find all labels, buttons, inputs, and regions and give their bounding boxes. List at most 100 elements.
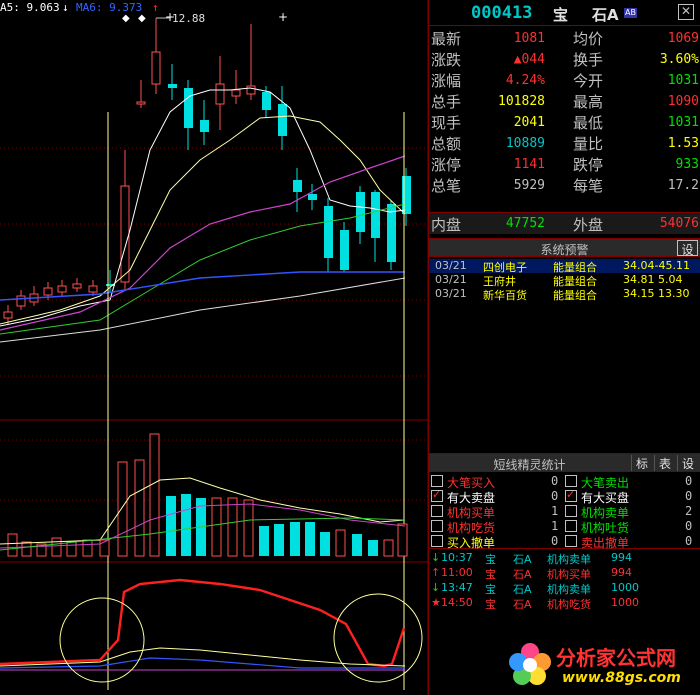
volume-bar-up (7, 533, 18, 557)
quote-value: 1090 (667, 94, 699, 109)
checkbox[interactable] (431, 475, 443, 487)
stat-count: 0 (685, 519, 693, 533)
watermark-url: www.88gs.com (562, 670, 681, 686)
volume-bar-up (134, 459, 145, 557)
quote-label: 最低 (573, 114, 604, 132)
log-item[interactable]: ↓ 13:47 宝 石A 机构卖单 1000 (429, 581, 700, 596)
indicator-line (0, 578, 406, 668)
log-item[interactable]: ★ 14:50 宝 石A 机构吃货 1000 (429, 596, 700, 611)
log-event: 机构买单 (547, 568, 591, 581)
log-arrow: ↓ (431, 581, 441, 594)
quote-value: 10889 (505, 136, 545, 151)
quote-value: 101828 (498, 94, 545, 109)
alert-item[interactable]: 03/21 四创电子 能量组合 34.04-45.11 (429, 259, 700, 274)
checkbox[interactable] (431, 488, 443, 502)
volume-bar-up (99, 539, 110, 557)
candle-body-down (168, 84, 177, 88)
quote-label: 总手 (431, 93, 462, 111)
quote-label: 跌停 (573, 156, 604, 174)
volume-bar-up (66, 541, 77, 557)
log-s2: 石A (513, 598, 532, 611)
candle-body-up (3, 311, 13, 319)
quote-row: 涨幅 4.24% 今开 1031 (429, 70, 700, 91)
alert-date: 03/21 (435, 273, 467, 286)
volume-bar-down (166, 496, 176, 556)
checkbox[interactable] (565, 505, 577, 517)
checkbox[interactable] (565, 520, 577, 532)
quote-row: 总额 10889 量比 1.53 (429, 133, 700, 154)
quote-label: 涨幅 (431, 72, 462, 90)
candle-body-down (184, 88, 193, 128)
quote-value: 1031 (667, 115, 699, 130)
mark-button[interactable]: 标 (631, 455, 652, 471)
stats-title: 短线精灵统计 (493, 458, 566, 472)
kline-chart[interactable]: ◆ ◆ + + A5: 9.063 ↓ MA6: 9.373 ↑ 12.88 (0, 0, 428, 695)
volume-bar-up (243, 499, 254, 557)
stat-count: 0 (551, 489, 559, 503)
stat-count: 0 (551, 474, 559, 488)
ma5-arrow: ↓ (62, 1, 69, 14)
checkbox[interactable] (431, 535, 443, 547)
stat-count: 1 (551, 519, 559, 533)
stock-code: 000413 (471, 3, 533, 23)
candle-body-down (356, 192, 365, 232)
candle-body-down (324, 206, 333, 258)
volume-bar-up (51, 537, 62, 557)
stat-count: 0 (685, 489, 693, 503)
volume-bar-down (368, 540, 378, 556)
quote-value: 933 (675, 157, 699, 172)
quote-value: ▲044 (513, 52, 545, 67)
stats-settings-button[interactable]: 设 (677, 455, 698, 471)
candle-body-down (200, 120, 209, 132)
stats-title-bar: 短线精灵统计 标 表 设 (429, 453, 700, 472)
table-button[interactable]: 表 (654, 455, 675, 471)
quote-row: 涨停 1141 跌停 933 (429, 154, 700, 175)
candle-body-up (246, 85, 256, 95)
quote-value: 3.60% (659, 52, 699, 67)
candle-body-down (387, 204, 396, 262)
quote-label: 现手 (431, 114, 462, 132)
quote-label: 涨停 (431, 156, 462, 174)
chart-canvas[interactable]: ◆ ◆ + + (0, 0, 428, 695)
stat-count: 2 (685, 504, 693, 518)
candle-body-up (43, 287, 53, 296)
log-time: 13:47 (441, 581, 473, 594)
flower-icon (509, 643, 551, 685)
volume-bar-up (82, 539, 93, 557)
ma-line (0, 115, 406, 325)
volume-bar-up (397, 523, 408, 557)
log-event: 机构卖单 (547, 583, 591, 596)
alert-settings-button[interactable]: 设 (677, 240, 698, 257)
log-event: 机构吃货 (547, 598, 591, 611)
candle-body-up (136, 101, 146, 105)
volume-bar-up (227, 497, 238, 557)
volume-bar-down (259, 526, 269, 556)
log-item[interactable]: ↓ 10:37 宝 石A 机构卖单 994 (429, 551, 700, 566)
alert-item[interactable]: 03/21 王府井 能量组合 34.81 5.04 (429, 273, 700, 288)
checkbox[interactable] (431, 505, 443, 517)
alert-range: 34.04-45.11 (623, 259, 690, 272)
alert-title-bar: 系统预警 设 (429, 238, 700, 257)
stock-name-part1: 宝 (553, 6, 569, 24)
quote-value: 1031 (667, 73, 699, 88)
quote-label: 总笔 (431, 177, 462, 195)
checkbox[interactable] (565, 475, 577, 487)
watermark-logo: 分析家公式网 www.88gs.com (506, 640, 698, 692)
volume-bar-up (383, 539, 394, 557)
quote-value: 5929 (513, 178, 545, 193)
quote-value: 4.24% (505, 73, 545, 88)
checkbox[interactable] (565, 488, 577, 502)
volume-bar-down (320, 532, 330, 556)
log-item[interactable]: ↑ 11:00 宝 石A 机构买单 994 (429, 566, 700, 581)
volume-bar-down (352, 534, 362, 556)
alert-item[interactable]: 03/21 新华百货 能量组合 34.15 13.30 (429, 287, 700, 302)
candle-body-down (278, 104, 287, 136)
checkbox[interactable] (565, 535, 577, 547)
quote-grid: 最新 1081 均价 1069 涨跌 ▲044 换手 3.60% 涨幅 4.24% 今开 1031 总手… (429, 26, 700, 212)
quote-row: 总笔 5929 每笔 17.2 (429, 175, 700, 196)
quote-label: 最新 (431, 30, 462, 48)
close-icon[interactable]: ✕ (678, 4, 694, 20)
volume-bar-up (211, 497, 222, 557)
stock-header: 000413 宝 石A AB ✕ (429, 0, 700, 26)
checkbox[interactable] (431, 520, 443, 532)
